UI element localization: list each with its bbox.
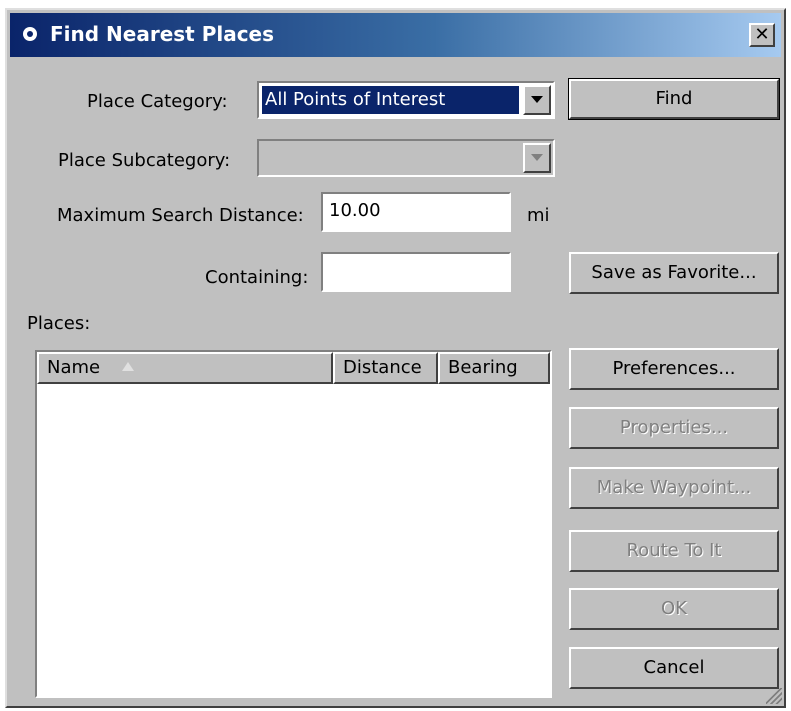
- cancel-button[interactable]: Cancel: [569, 647, 779, 689]
- find-button[interactable]: Find: [568, 78, 780, 120]
- dropdown-arrow-icon[interactable]: [523, 143, 551, 173]
- place-subcategory-select[interactable]: [257, 139, 555, 177]
- column-header-name[interactable]: Name: [37, 352, 333, 384]
- title-bar[interactable]: Find Nearest Places ✕: [10, 13, 781, 57]
- place-subcategory-label: Place Subcategory:: [58, 150, 231, 171]
- close-button[interactable]: ✕: [749, 23, 775, 47]
- column-header-name-label: Name: [47, 357, 101, 378]
- places-list[interactable]: Name Distance Bearing: [35, 350, 552, 698]
- max-distance-label: Maximum Search Distance:: [57, 205, 304, 226]
- column-header-bearing[interactable]: Bearing: [438, 352, 550, 384]
- properties-button[interactable]: Properties...: [569, 407, 779, 449]
- place-category-label: Place Category:: [87, 91, 228, 112]
- sort-ascending-icon: [122, 361, 135, 371]
- column-header-distance[interactable]: Distance: [333, 352, 438, 384]
- place-category-select[interactable]: All Points of Interest: [257, 81, 555, 119]
- containing-label: Containing:: [205, 267, 309, 288]
- ok-button[interactable]: OK: [569, 588, 779, 630]
- column-header-bearing-label: Bearing: [448, 357, 518, 378]
- places-label: Places:: [27, 313, 91, 334]
- distance-unit: mi: [527, 205, 550, 226]
- window-title: Find Nearest Places: [50, 22, 275, 46]
- resize-grip-icon[interactable]: [766, 688, 782, 704]
- preferences-button[interactable]: Preferences...: [569, 348, 779, 390]
- dropdown-arrow-icon[interactable]: [523, 85, 551, 115]
- containing-input[interactable]: [321, 252, 511, 292]
- max-distance-input[interactable]: 10.00: [321, 192, 511, 232]
- make-waypoint-button[interactable]: Make Waypoint...: [569, 467, 779, 509]
- column-header-distance-label: Distance: [343, 357, 422, 378]
- save-as-favorite-button[interactable]: Save as Favorite...: [569, 252, 779, 294]
- find-nearest-places-dialog: Find Nearest Places ✕ Place Category: Al…: [5, 8, 786, 708]
- app-icon: [23, 27, 37, 41]
- route-to-it-button[interactable]: Route To It: [569, 530, 779, 572]
- place-category-value: All Points of Interest: [262, 86, 519, 114]
